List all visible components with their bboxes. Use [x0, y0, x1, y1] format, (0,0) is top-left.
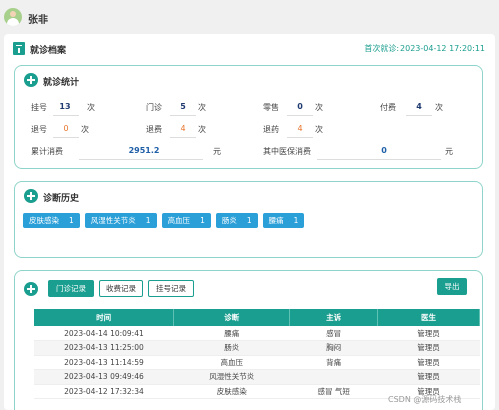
column-header-diagnosis[interactable]: 诊断: [173, 309, 291, 326]
panel-header: 就诊档案 首次就诊:2023-04-12 17:20:11: [4, 34, 495, 62]
stat-label: 零售: [263, 103, 279, 112]
records-card: 门诊记录 收费记录 挂号记录 导出 时间 诊断 主诉 医生 2023-04-14…: [14, 270, 483, 410]
history-title: 诊断历史: [43, 194, 80, 204]
history-card: 诊断历史 皮肤感染 1 风湿性关节炎 1 高血压 1 肠炎 1 腰痛 1: [14, 181, 483, 258]
table-header-row: 时间 诊断 主诉 医生: [34, 309, 480, 326]
stat-value: 4: [180, 124, 186, 133]
column-header-complaint[interactable]: 主诉: [289, 309, 379, 326]
plus-circle-icon: [24, 282, 38, 296]
stat-value: 0: [63, 124, 69, 133]
stat-value: 2951.2: [128, 146, 160, 155]
table-row[interactable]: 2023-04-13 11:14:59 高血压 背痛 管理员: [34, 355, 480, 370]
stat-value: 0: [381, 146, 387, 155]
tab-charge-records[interactable]: 收费记录: [99, 280, 143, 297]
first-visit-label: 首次就诊:: [364, 44, 400, 53]
table-row[interactable]: 2023-04-13 09:49:46 风湿性关节炎 管理员: [34, 369, 480, 385]
stat-label: 其中医保消费: [263, 147, 311, 156]
page-title: 就诊档案: [30, 46, 67, 56]
records-table: 时间 诊断 主诉 医生 2023-04-14 10:09:41 腰痛 感冒 管理员 2…: [34, 309, 480, 399]
patient-name: 张非: [28, 15, 48, 26]
stat-value: 5: [180, 102, 186, 111]
stats-title: 就诊统计: [43, 78, 80, 88]
first-visit-info: 首次就诊:2023-04-12 17:20:11: [363, 43, 485, 54]
stat-unit: 次: [87, 103, 95, 112]
export-button[interactable]: 导出: [437, 278, 467, 295]
table-row[interactable]: 2023-04-14 10:09:41 腰痛 感冒 管理员: [34, 326, 480, 341]
stat-unit: 次: [198, 103, 206, 112]
stat-unit: 次: [81, 125, 89, 134]
tab-registration-records[interactable]: 挂号记录: [148, 280, 194, 297]
stats-card: 就诊统计 挂号 13 次 门诊 5 次 零售 0 次 付费 4 次 退号 0 次…: [14, 65, 483, 169]
stat-value: 13: [59, 102, 71, 111]
stat-label: 累计消费: [31, 147, 63, 156]
stat-unit: 元: [213, 147, 221, 156]
plus-circle-icon: [24, 73, 38, 87]
table-row[interactable]: 2023-04-13 11:25:00 肠炎 胸闷 管理员: [34, 340, 480, 356]
diagnosis-tag[interactable]: 腰痛 1: [262, 213, 305, 228]
diagnosis-tag[interactable]: 高血压 1: [161, 213, 211, 228]
document-icon: [13, 42, 25, 55]
diagnosis-tags: 皮肤感染 1 风湿性关节炎 1 高血压 1 肠炎 1 腰痛 1: [23, 213, 305, 228]
diagnosis-tag[interactable]: 皮肤感染 1: [23, 213, 80, 228]
record-panel: 就诊档案 首次就诊:2023-04-12 17:20:11 就诊统计 挂号 13…: [4, 34, 495, 410]
watermark: CSDN @源码技术栈: [388, 395, 462, 404]
first-visit-value: 2023-04-12 17:20:11: [400, 44, 485, 53]
diagnosis-tag[interactable]: 风湿性关节炎 1: [84, 213, 157, 228]
plus-circle-icon: [24, 189, 38, 203]
stat-label: 门诊: [146, 103, 162, 112]
stat-unit: 次: [198, 125, 206, 134]
avatar: [4, 8, 22, 26]
stat-unit: 元: [445, 147, 453, 156]
column-header-doctor[interactable]: 医生: [377, 309, 480, 326]
stat-label: 退费: [146, 125, 162, 134]
stat-label: 付费: [380, 103, 396, 112]
stat-unit: 次: [435, 103, 443, 112]
tab-outpatient-records[interactable]: 门诊记录: [48, 280, 94, 297]
diagnosis-tag[interactable]: 肠炎 1: [215, 213, 258, 228]
stat-value: 4: [416, 102, 422, 111]
stat-label: 挂号: [31, 103, 47, 112]
column-header-time[interactable]: 时间: [34, 309, 175, 326]
stat-value: 4: [297, 124, 303, 133]
top-bar: 张非: [0, 0, 499, 34]
stat-unit: 次: [315, 125, 323, 134]
stat-label: 退药: [263, 125, 279, 134]
stat-value: 0: [297, 102, 303, 111]
stat-label: 退号: [31, 125, 47, 134]
stat-unit: 次: [315, 103, 323, 112]
